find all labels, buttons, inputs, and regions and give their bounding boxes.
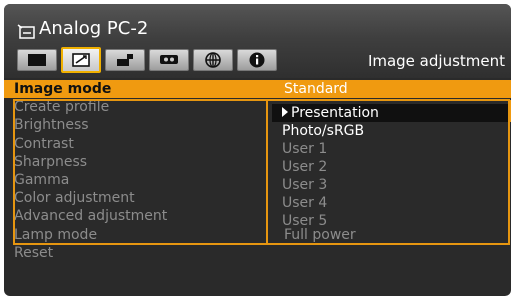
submenu-bracket: [13, 99, 268, 245]
dropdown-option-photo-srgb[interactable]: Photo/sRGB: [282, 122, 364, 140]
option-label: Presentation: [291, 105, 379, 121]
dropdown-option-user-4[interactable]: User 4: [282, 194, 327, 212]
dropdown-option-presentation[interactable]: Presentation: [272, 104, 508, 122]
projector-menu: Analog PC-2 Image adjustment Image mode …: [4, 4, 511, 296]
option-label: User 4: [282, 195, 328, 211]
dropdown-option-user-5[interactable]: User 5: [282, 212, 327, 230]
menu-item-image-mode[interactable]: Image mode Standard: [4, 80, 511, 99]
image-adjust-icon: [72, 53, 90, 67]
input-source-name: Analog PC-2: [39, 18, 149, 39]
input-source-icon: [17, 24, 35, 39]
dropdown-option-user-2[interactable]: User 2: [282, 158, 327, 176]
option-label: User 1: [282, 141, 328, 157]
image-mode-dropdown: Presentation Photo/sRGB User 1 User 2 Us…: [266, 99, 510, 245]
option-label: User 5: [282, 213, 328, 229]
tab-system[interactable]: [149, 49, 189, 71]
option-label: User 3: [282, 177, 328, 193]
dropdown-option-user-1[interactable]: User 1: [282, 140, 327, 158]
menu-item-label: Image mode: [14, 81, 112, 97]
menu-item-label: Reset: [14, 244, 54, 261]
dropdown-option-user-3[interactable]: User 3: [282, 176, 327, 194]
info-icon: [249, 52, 265, 68]
tab-image-adjustment[interactable]: [61, 47, 101, 73]
menu-item-value: Standard: [284, 81, 348, 97]
caret-right-icon: [282, 107, 288, 117]
system-icon: [160, 55, 178, 64]
tab-network[interactable]: [193, 49, 233, 71]
install-icon: [117, 54, 133, 66]
menu-item-reset[interactable]: Reset: [4, 244, 511, 262]
menu-tabs: [17, 47, 277, 73]
menu-header: Analog PC-2 Image adjustment: [4, 4, 511, 78]
tab-information[interactable]: [237, 49, 277, 71]
network-icon: [205, 52, 221, 68]
option-label: Photo/sRGB: [282, 123, 365, 139]
option-label: User 2: [282, 159, 328, 175]
tab-install[interactable]: [105, 49, 145, 71]
screen-icon: [28, 54, 46, 66]
tab-title: Image adjustment: [367, 52, 505, 70]
tab-screen[interactable]: [17, 49, 57, 71]
scroll-indicator: [510, 100, 511, 122]
